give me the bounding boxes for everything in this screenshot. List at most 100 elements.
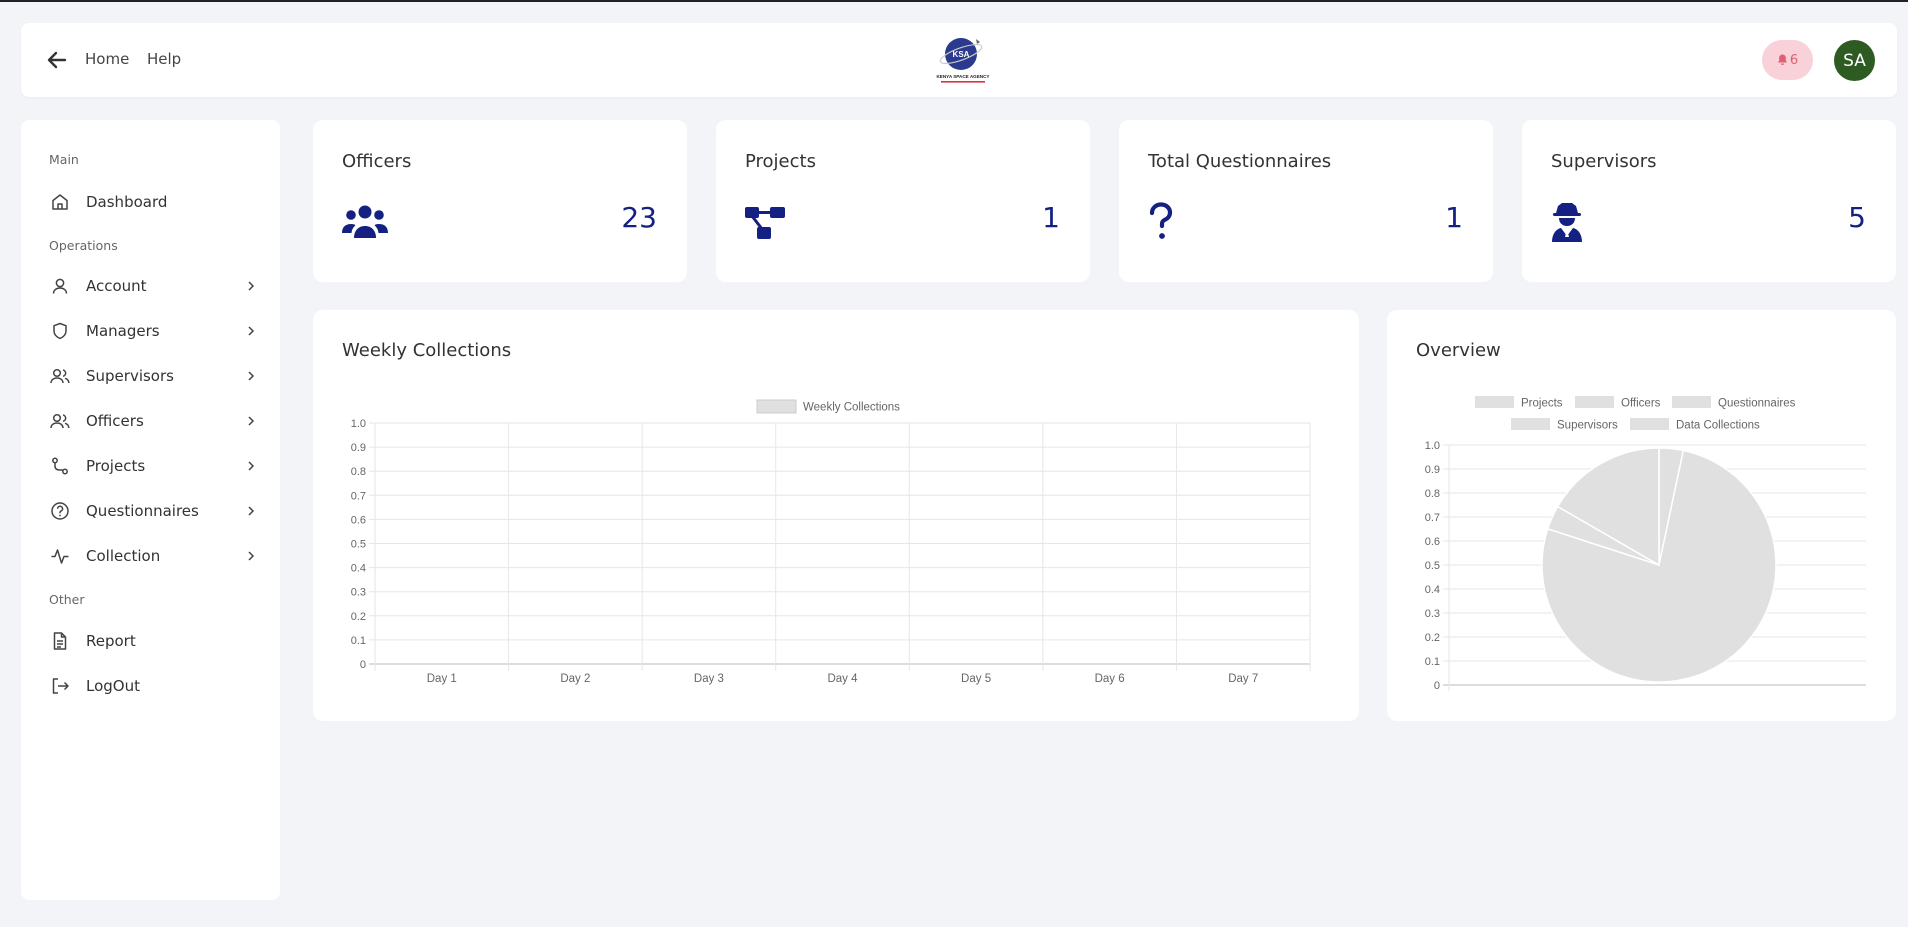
sidebar-item-supervisors[interactable]: Supervisors bbox=[49, 362, 257, 390]
logo-badge-text: KSA bbox=[953, 50, 970, 59]
y-tick-label: 0.2 bbox=[351, 611, 366, 623]
y-tick-label: 0.1 bbox=[351, 635, 366, 647]
sidebar-item-label: Collection bbox=[86, 547, 161, 565]
route-icon bbox=[49, 455, 71, 477]
stat-title: Total Questionnaires bbox=[1148, 151, 1332, 172]
x-tick-label: Day 5 bbox=[961, 673, 991, 685]
stat-title: Officers bbox=[342, 151, 412, 172]
chevron-right-icon bbox=[248, 416, 255, 426]
legend-swatch bbox=[1475, 396, 1514, 408]
weekly-collections-chart: Weekly Collections 0 0.1 0.2 0.3 0.4 0.5 0.6 0.7… bbox=[351, 399, 1311, 685]
document-icon bbox=[49, 630, 71, 652]
y-tick-label: 0.4 bbox=[1425, 584, 1440, 596]
sidebar-item-label: Projects bbox=[86, 457, 146, 475]
sidebar-item-label: Dashboard bbox=[86, 193, 168, 211]
nav-home-link[interactable]: Home bbox=[85, 50, 129, 68]
back-arrow-icon[interactable] bbox=[45, 48, 69, 72]
chevron-right-icon bbox=[248, 551, 255, 561]
y-tick-label: 0.8 bbox=[351, 466, 366, 478]
legend-swatch bbox=[1672, 396, 1711, 408]
y-tick-label: 0.6 bbox=[1425, 536, 1440, 548]
stat-value: 5 bbox=[1848, 201, 1866, 234]
stat-value: 1 bbox=[1042, 201, 1060, 234]
nav-help-link[interactable]: Help bbox=[147, 50, 181, 68]
y-tick-label: 0 bbox=[360, 659, 366, 671]
sidebar-section-operations: Operations bbox=[49, 238, 118, 253]
x-tick-label: Day 3 bbox=[694, 673, 724, 685]
chevron-right-icon bbox=[248, 371, 255, 381]
home-icon bbox=[49, 191, 71, 213]
y-tick-label: 0.4 bbox=[351, 563, 366, 575]
stat-value: 1 bbox=[1445, 201, 1463, 234]
legend-label: Data Collections bbox=[1676, 420, 1760, 432]
sidebar-item-report[interactable]: Report bbox=[49, 627, 257, 655]
project-diagram-icon bbox=[745, 207, 785, 239]
sidebar-item-label: Officers bbox=[86, 412, 144, 430]
sidebar-item-dashboard[interactable]: Dashboard bbox=[49, 188, 257, 216]
user-avatar[interactable]: SA bbox=[1834, 40, 1875, 81]
stat-value: 23 bbox=[621, 201, 657, 234]
chevron-right-icon bbox=[248, 281, 255, 291]
notifications-button[interactable]: 6 bbox=[1762, 40, 1813, 80]
y-tick-label: 1.0 bbox=[351, 418, 366, 430]
kenya-space-agency-logo: KSA KENYA SPACE AGENCY bbox=[936, 38, 990, 83]
y-tick-label: 0.7 bbox=[351, 490, 366, 502]
sidebar-item-officers[interactable]: Officers bbox=[49, 407, 257, 435]
shield-icon bbox=[49, 320, 71, 342]
legend-label: Supervisors bbox=[1557, 420, 1618, 432]
y-tick-label: 0.5 bbox=[351, 539, 366, 551]
stat-card-officers: Officers 23 bbox=[313, 120, 687, 282]
y-tick-label: 1.0 bbox=[1425, 440, 1440, 452]
y-tick-label: 0.8 bbox=[1425, 488, 1440, 500]
legend-swatch bbox=[1575, 396, 1614, 408]
y-tick-label: 0.9 bbox=[1425, 464, 1440, 476]
sidebar-item-logout[interactable]: LogOut bbox=[49, 672, 257, 700]
sidebar-item-label: Questionnaires bbox=[86, 502, 199, 520]
sidebar-item-label: LogOut bbox=[86, 677, 140, 695]
sidebar-item-collection[interactable]: Collection bbox=[49, 542, 257, 570]
sidebar-item-label: Report bbox=[86, 632, 136, 650]
sidebar-item-label: Supervisors bbox=[86, 367, 174, 385]
chevron-right-icon bbox=[248, 506, 255, 516]
x-tick-label: Day 7 bbox=[1228, 673, 1258, 685]
legend-label: Projects bbox=[1521, 398, 1563, 410]
legend-swatch bbox=[756, 399, 797, 414]
y-tick-label: 0.6 bbox=[351, 514, 366, 526]
y-tick-label: 0 bbox=[1434, 680, 1440, 692]
user-secret-icon bbox=[1552, 203, 1582, 242]
legend-swatch bbox=[1511, 418, 1550, 430]
legend-label: Officers bbox=[1621, 398, 1661, 410]
sidebar-item-label: Managers bbox=[86, 322, 160, 340]
legend-label: Weekly Collections bbox=[803, 402, 900, 414]
y-tick-label: 0.3 bbox=[351, 587, 366, 599]
logo-text: KENYA SPACE AGENCY bbox=[936, 74, 989, 79]
x-tick-label: Day 4 bbox=[827, 673, 858, 685]
top-header: Home Help KSA KENYA SPACE AGENCY 6 SA bbox=[21, 23, 1897, 97]
users-icon bbox=[342, 205, 388, 238]
logout-icon bbox=[49, 675, 71, 697]
user-icon bbox=[49, 275, 71, 297]
overview-chart: Projects Officers Questionnaires Supervisor… bbox=[1425, 396, 1866, 692]
activity-icon bbox=[49, 545, 71, 567]
chevron-right-icon bbox=[248, 326, 255, 336]
y-tick-label: 0.7 bbox=[1425, 512, 1440, 524]
sidebar-item-projects[interactable]: Projects bbox=[49, 452, 257, 480]
sidebar-item-label: Account bbox=[86, 277, 147, 295]
sidebar-item-account[interactable]: Account bbox=[49, 272, 257, 300]
window-top-border bbox=[0, 0, 1908, 2]
sidebar-item-managers[interactable]: Managers bbox=[49, 317, 257, 345]
y-tick-label: 0.3 bbox=[1425, 608, 1440, 620]
notifications-count: 6 bbox=[1789, 52, 1799, 68]
x-tick-label: Day 6 bbox=[1095, 673, 1125, 685]
stat-card-supervisors: Supervisors 5 bbox=[1522, 120, 1896, 282]
weekly-collections-panel: Weekly Collections Weekly Collections 0 0.… bbox=[313, 310, 1359, 721]
y-tick-label: 0.5 bbox=[1425, 560, 1440, 572]
overview-panel: Overview Projects Officers Questionnaires S… bbox=[1387, 310, 1896, 721]
y-tick-label: 0.2 bbox=[1425, 632, 1440, 644]
stat-card-questionnaires: Total Questionnaires 1 bbox=[1119, 120, 1493, 282]
legend-label: Questionnaires bbox=[1718, 398, 1796, 410]
y-tick-label: 0.9 bbox=[351, 442, 366, 454]
chevron-right-icon bbox=[248, 461, 255, 471]
sidebar-item-questionnaires[interactable]: Questionnaires bbox=[49, 497, 257, 525]
stat-title: Projects bbox=[745, 151, 816, 172]
